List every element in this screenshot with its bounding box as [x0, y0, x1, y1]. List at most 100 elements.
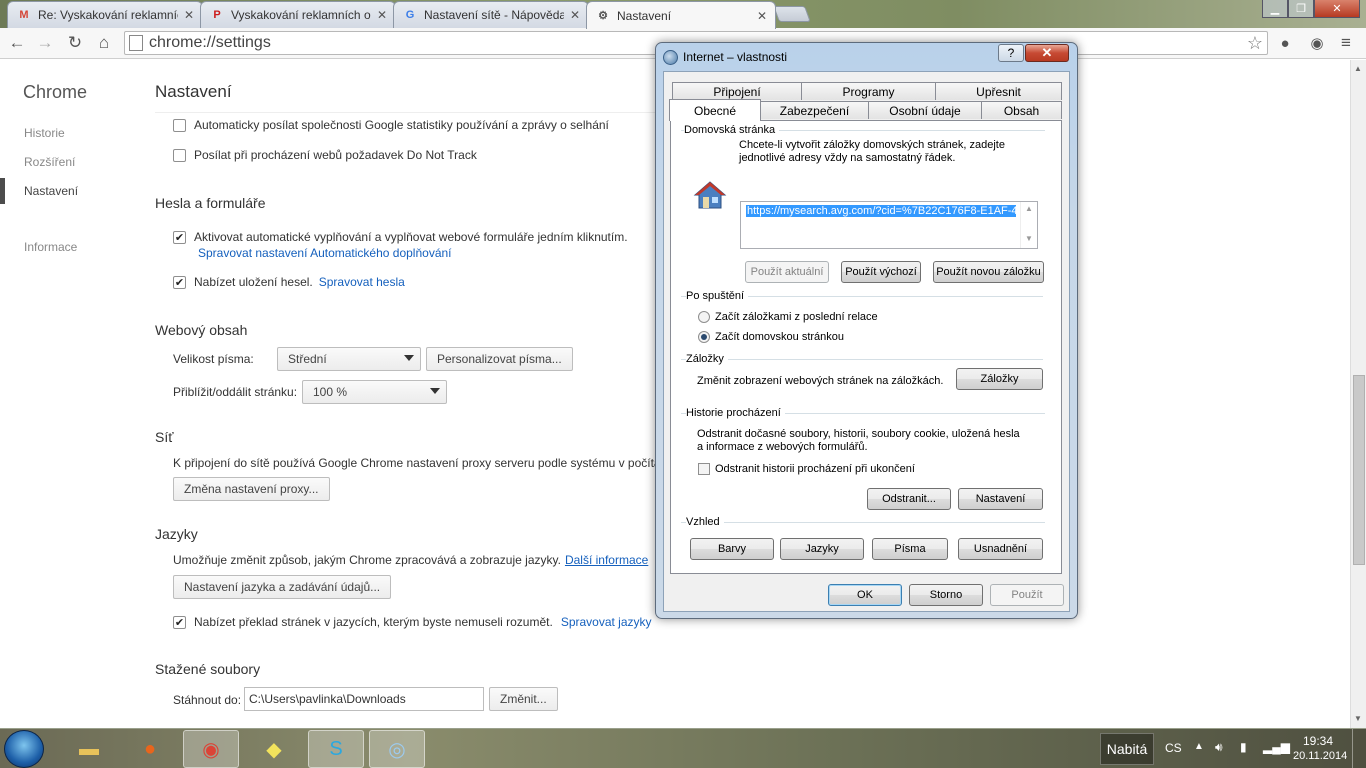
- cancel-button[interactable]: Storno: [909, 584, 983, 606]
- dnt-row[interactable]: Posílat při procházení webů požadavek Do…: [173, 148, 477, 162]
- close-icon[interactable]: ✕: [570, 8, 580, 22]
- dnt-checkbox[interactable]: [173, 148, 186, 162]
- chrome-taskbar-button[interactable]: ◉: [183, 730, 239, 768]
- forward-icon[interactable]: →: [35, 33, 55, 53]
- avg-icon[interactable]: ◉: [1307, 33, 1327, 53]
- radio-session[interactable]: [698, 311, 710, 323]
- home-icon[interactable]: ⌂: [94, 33, 114, 53]
- close-icon[interactable]: ✕: [757, 9, 767, 23]
- new-tab-button[interactable]: [773, 6, 811, 22]
- use-new-tab-button[interactable]: Použít novou záložku: [933, 261, 1044, 283]
- history-settings-button[interactable]: Nastavení: [958, 488, 1043, 510]
- apply-button[interactable]: Použít: [990, 584, 1064, 606]
- radio-home[interactable]: [698, 331, 710, 343]
- use-current-button[interactable]: Použít aktuální: [745, 261, 829, 283]
- tab-gmail[interactable]: M Re: Vyskakování reklamníc ✕: [7, 1, 203, 28]
- languages-button[interactable]: Jazyky: [780, 538, 864, 560]
- save-passwords-checkbox[interactable]: ✔: [173, 275, 186, 289]
- nav-item-settings[interactable]: Nastavení: [24, 184, 78, 198]
- download-path-input[interactable]: [244, 687, 484, 711]
- scroll-down-icon[interactable]: ▼: [1025, 234, 1033, 243]
- tab-forum[interactable]: P Vyskakování reklamních o ✕: [200, 1, 396, 28]
- minimize-button[interactable]: ▁: [1262, 0, 1288, 18]
- ok-button[interactable]: OK: [828, 584, 902, 606]
- autofill-checkbox[interactable]: ✔: [173, 230, 186, 244]
- manage-languages-link[interactable]: Spravovat jazyky: [561, 615, 652, 629]
- firefox-taskbar-button[interactable]: ●: [122, 730, 178, 768]
- clock-time[interactable]: 19:34: [1303, 734, 1333, 748]
- reload-icon[interactable]: ↻: [65, 33, 85, 53]
- volume-icon[interactable]: 🔊︎: [1215, 740, 1223, 755]
- tab-advanced[interactable]: Upřesnit: [935, 82, 1062, 100]
- bookmark-star-icon[interactable]: ☆: [1247, 33, 1263, 54]
- colors-button[interactable]: Barvy: [690, 538, 774, 560]
- textarea-scrollbar[interactable]: ▲ ▼: [1020, 202, 1037, 248]
- clock-date[interactable]: 20.11.2014: [1293, 750, 1347, 762]
- home-url-textarea[interactable]: https://mysearch.avg.com/?cid=%7B22C176F…: [740, 201, 1038, 249]
- manage-passwords-link[interactable]: Spravovat hesla: [319, 275, 405, 289]
- network-icon[interactable]: ▂▄▆: [1263, 740, 1290, 754]
- scroll-down-icon[interactable]: ▼: [1354, 714, 1362, 723]
- forum-icon: P: [213, 9, 221, 21]
- autofill-row[interactable]: ✔ Aktivovat automatické vyplňování a vyp…: [173, 230, 628, 244]
- tab-privacy[interactable]: Osobní údaje: [868, 101, 982, 119]
- tabs-button[interactable]: Záložky: [956, 368, 1043, 390]
- autofill-settings-link[interactable]: Spravovat nastavení Automatického doplňo…: [198, 246, 452, 260]
- dialog-close-button[interactable]: ✕: [1025, 44, 1069, 62]
- save-passwords-row[interactable]: ✔ Nabízet uložení hesel. Spravovat hesla: [173, 275, 405, 289]
- battery-status-label[interactable]: Nabitá: [1100, 733, 1154, 765]
- zoom-select[interactable]: 100 %: [302, 380, 447, 404]
- stats-row[interactable]: Automaticky posílat společnosti Google s…: [173, 118, 609, 132]
- page-scrollbar[interactable]: ▲ ▼: [1350, 60, 1366, 728]
- proxy-settings-button[interactable]: Změna nastavení proxy...: [173, 477, 330, 501]
- delete-button[interactable]: Odstranit...: [867, 488, 951, 510]
- scrollbar-thumb[interactable]: [1353, 375, 1365, 565]
- skype-taskbar-button[interactable]: S: [308, 730, 364, 768]
- window-close-button[interactable]: ✕: [1314, 0, 1360, 18]
- help-button[interactable]: ?: [998, 44, 1024, 62]
- delete-on-exit-row[interactable]: Odstranit historii procházení při ukonče…: [698, 463, 915, 475]
- scroll-up-icon[interactable]: ▲: [1354, 64, 1362, 73]
- page-icon: [129, 35, 143, 51]
- nav-item-about[interactable]: Informace: [24, 240, 77, 254]
- nav-item-extensions[interactable]: Rozšíření: [24, 155, 75, 169]
- use-default-button[interactable]: Použít výchozí: [841, 261, 921, 283]
- tab-google-help[interactable]: G Nastavení sítě - Nápověda ✕: [393, 1, 589, 28]
- more-info-link[interactable]: Další informace: [565, 553, 648, 567]
- tab-general[interactable]: Obecné: [669, 99, 761, 121]
- fonts-button[interactable]: Písma: [872, 538, 948, 560]
- explorer-taskbar-button[interactable]: ▬: [61, 730, 117, 768]
- startup-option-session[interactable]: Začít záložkami z poslední relace: [698, 311, 878, 323]
- extension-icon[interactable]: ●: [1275, 33, 1295, 53]
- tab-content[interactable]: Obsah: [981, 101, 1062, 119]
- startup-option-home[interactable]: Začít domovskou stránkou: [698, 331, 844, 343]
- battery-icon[interactable]: ▮: [1240, 740, 1247, 754]
- stats-checkbox[interactable]: [173, 118, 186, 132]
- internet-options-taskbar-button[interactable]: ◎: [369, 730, 425, 768]
- tab-connections[interactable]: Připojení: [672, 82, 802, 100]
- tray-expand-icon[interactable]: ▲: [1194, 741, 1204, 752]
- menu-icon[interactable]: ≡: [1336, 33, 1356, 53]
- change-download-button[interactable]: Změnit...: [489, 687, 558, 711]
- nav-item-history[interactable]: Historie: [24, 126, 65, 140]
- start-button[interactable]: [4, 730, 44, 768]
- customize-fonts-button[interactable]: Personalizovat písma...: [426, 347, 573, 371]
- close-icon[interactable]: ✕: [377, 8, 387, 22]
- show-desktop-button[interactable]: [1352, 729, 1366, 768]
- language-settings-button[interactable]: Nastavení jazyka a zadávání údajů...: [173, 575, 392, 599]
- tab-security[interactable]: Zabezpečení: [760, 101, 869, 119]
- translate-checkbox[interactable]: ✔: [173, 615, 186, 629]
- download-label: Stáhnout do:: [173, 693, 242, 707]
- font-size-select[interactable]: Střední: [277, 347, 421, 371]
- delete-on-exit-checkbox[interactable]: [698, 463, 710, 475]
- tab-settings[interactable]: ⚙ Nastavení ✕: [586, 1, 776, 29]
- sticky-notes-taskbar-button[interactable]: ◆: [246, 730, 302, 768]
- language-indicator[interactable]: CS: [1165, 741, 1182, 755]
- translate-row[interactable]: ✔ Nabízet překlad stránek v jazycích, kt…: [173, 615, 652, 629]
- back-icon[interactable]: ←: [7, 33, 27, 53]
- maximize-button[interactable]: ❐: [1288, 0, 1314, 18]
- close-icon[interactable]: ✕: [184, 8, 194, 22]
- tab-programs[interactable]: Programy: [801, 82, 936, 100]
- accessibility-button[interactable]: Usnadnění: [958, 538, 1043, 560]
- scroll-up-icon[interactable]: ▲: [1025, 204, 1033, 213]
